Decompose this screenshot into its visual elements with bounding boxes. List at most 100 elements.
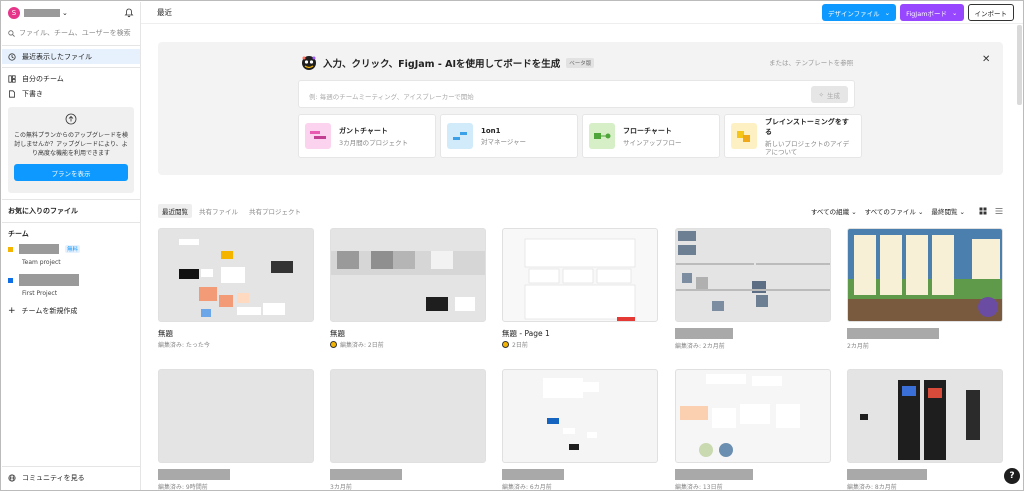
file-card[interactable]: 編集済み: 2カ月前 (675, 228, 831, 350)
search-input[interactable]: ファイル、チーム、ユーザーを検索 (2, 24, 140, 42)
list-view-icon[interactable] (995, 207, 1003, 215)
file-name-redacted (502, 469, 564, 480)
file-thumbnail (847, 228, 1003, 322)
file-card[interactable]: 編集済み: 9時間前 (158, 369, 314, 490)
file-name-redacted (675, 469, 753, 480)
tab-shared-files[interactable]: 共有ファイル (195, 204, 242, 218)
bell-icon[interactable] (124, 8, 134, 18)
suggestion-card-flowchart[interactable]: フローチャート サインアップフロー (582, 114, 720, 158)
card-subtitle: 3カ月間のプロジェクト (339, 138, 409, 147)
topbar: 最近 デザインファイル ⌄ FigJamボード ⌄ インポート (141, 2, 1023, 24)
sidebar-item-drafts[interactable]: 下書き (2, 86, 140, 101)
new-design-file-button[interactable]: デザインファイル ⌄ (821, 4, 897, 21)
account-name-redacted (24, 9, 60, 17)
file-thumbnail (502, 369, 658, 463)
card-text: ブレインストーミングをする 新しいプロジェクトのアイデアについて (765, 117, 855, 156)
browse-templates-link[interactable]: または、テンプレートを参照 (769, 57, 853, 67)
team-project[interactable]: Team project (2, 256, 140, 268)
suggestion-card-brainstorm[interactable]: ブレインストーミングをする 新しいプロジェクトのアイデアについて (724, 114, 862, 158)
chevron-down-icon: ⌄ (952, 8, 958, 17)
sidebar-item-label: 最近表示したファイル (22, 52, 92, 61)
import-button[interactable]: インポート (967, 4, 1014, 21)
scrollbar[interactable] (1017, 25, 1022, 105)
globe-icon (8, 473, 16, 482)
community-link[interactable]: コミュニティを見る (2, 470, 140, 485)
divider (2, 45, 140, 46)
view-plans-button[interactable]: プランを表示 (14, 164, 128, 181)
sidebar-item-my-teams[interactable]: 自分のチーム (2, 71, 140, 86)
file-card[interactable]: 3カ月前 (330, 369, 486, 490)
file-card[interactable]: 無題 - Page 1 2日前 (502, 228, 658, 349)
team-item[interactable] (2, 273, 140, 287)
card-subtitle: サインアップフロー (623, 138, 682, 147)
sort-dropdown[interactable]: 最終閲覧 ⌄ (931, 206, 965, 216)
dropdown-label: すべてのファイル (864, 208, 916, 216)
chevron-down-icon: ⌄ (884, 8, 891, 17)
file-card[interactable]: 編集済み: 6カ月前 (502, 369, 658, 490)
teams-heading: チーム (8, 230, 29, 238)
file-card[interactable]: 編集済み: 8カ月前 (847, 369, 1003, 490)
tab-shared-projects[interactable]: 共有プロジェクト (245, 204, 305, 218)
tab-recently-viewed[interactable]: 最近閲覧 (158, 204, 192, 218)
sparkle-icon: ✧ (818, 90, 824, 99)
upgrade-text: この無料プランからのアップグレードを検討しませんか？アップグレードにより、より高… (14, 132, 129, 157)
ai-prompt-placeholder: 例: 毎週のチームミーティング、アイスブレーカーで開始 (309, 93, 474, 101)
grid-view-icon[interactable] (979, 207, 987, 215)
file-name: 無題 - Page 1 (502, 329, 550, 338)
sidebar-item-label: 自分のチーム (22, 74, 64, 83)
new-team-button[interactable]: + チームを新規作成 (2, 303, 140, 318)
suggestion-card-1on1[interactable]: 1on1 対マネージャー (440, 114, 578, 158)
file-card[interactable]: 編集済み: 13日前 (675, 369, 831, 490)
card-subtitle: 対マネージャー (481, 137, 527, 146)
app-window: S ⌄ ファイル、チーム、ユーザーを検索 最近表示したファイル 自分のチーム 下… (0, 0, 1024, 491)
help-button[interactable]: ? (1004, 468, 1020, 484)
team-project[interactable]: First Project (2, 287, 140, 299)
file-type-filter-dropdown[interactable]: すべてのファイル ⌄ (865, 206, 924, 216)
divider (2, 466, 140, 467)
main-content: 最近 デザインファイル ⌄ FigJamボード ⌄ インポート 入力、クリック、… (141, 2, 1023, 490)
file-name-redacted (675, 328, 733, 339)
file-card[interactable]: 2カ月前 (847, 228, 1003, 350)
generate-button[interactable]: ✧ 生成 (810, 86, 848, 103)
file-icon (9, 89, 15, 98)
team-icon (8, 74, 16, 83)
avatar[interactable]: S (8, 7, 20, 19)
team-item[interactable]: 無料 (2, 242, 140, 256)
file-thumbnail (330, 228, 486, 322)
clock-icon (8, 52, 16, 61)
favorites-heading[interactable]: お気に入りのファイル (2, 203, 140, 219)
suggestion-card-gantt[interactable]: ガントチャート 3カ月間のプロジェクト (298, 114, 436, 158)
file-card[interactable]: 無題 編集済み: たった今 (158, 228, 314, 349)
user-avatar-icon (502, 341, 509, 348)
divider (2, 67, 140, 68)
close-icon[interactable]: ✕ (982, 54, 990, 65)
chevron-down-icon: ⌄ (918, 208, 924, 216)
account-switcher[interactable]: S ⌄ (2, 2, 140, 24)
team-name-redacted (19, 274, 79, 286)
file-name: 無題 (158, 329, 173, 338)
file-thumbnail (675, 369, 831, 463)
team-color-icon (8, 246, 13, 252)
file-meta: 編集済み: 2日前 (330, 340, 486, 349)
card-title: 1on1 (481, 126, 501, 135)
card-text: ガントチャート 3カ月間のプロジェクト (339, 126, 408, 147)
chevron-down-icon[interactable]: ⌄ (62, 9, 68, 17)
file-meta-text: 2日前 (512, 342, 528, 349)
ai-prompt-input[interactable]: 例: 毎週のチームミーティング、アイスブレーカーで開始 ✧ 生成 (298, 80, 855, 108)
file-thumbnail (158, 369, 314, 463)
template-suggestions: ガントチャート 3カ月間のプロジェクト 1on1 対マネージャー フローチャート… (298, 114, 862, 158)
user-avatar-icon (330, 341, 337, 348)
file-meta-text: 編集済み: たった今 (158, 342, 210, 349)
file-name: 無題 (330, 329, 345, 338)
filter-controls: すべての組織 ⌄ すべてのファイル ⌄ 最終閲覧 ⌄ (811, 206, 1003, 216)
new-figjam-board-button[interactable]: FigJamボード ⌄ (900, 4, 964, 21)
file-card[interactable]: 無題 編集済み: 2日前 (330, 228, 486, 349)
community-label: コミュニティを見る (22, 473, 85, 482)
org-filter-dropdown[interactable]: すべての組織 ⌄ (811, 206, 857, 216)
sidebar-footer: コミュニティを見る (2, 463, 140, 485)
page-title: 最近 (157, 8, 172, 17)
team-color-icon (8, 277, 13, 283)
new-team-label: チームを新規作成 (21, 306, 78, 315)
file-meta: 編集済み: 9時間前 (158, 482, 314, 490)
sidebar-item-recent[interactable]: 最近表示したファイル (2, 49, 140, 64)
